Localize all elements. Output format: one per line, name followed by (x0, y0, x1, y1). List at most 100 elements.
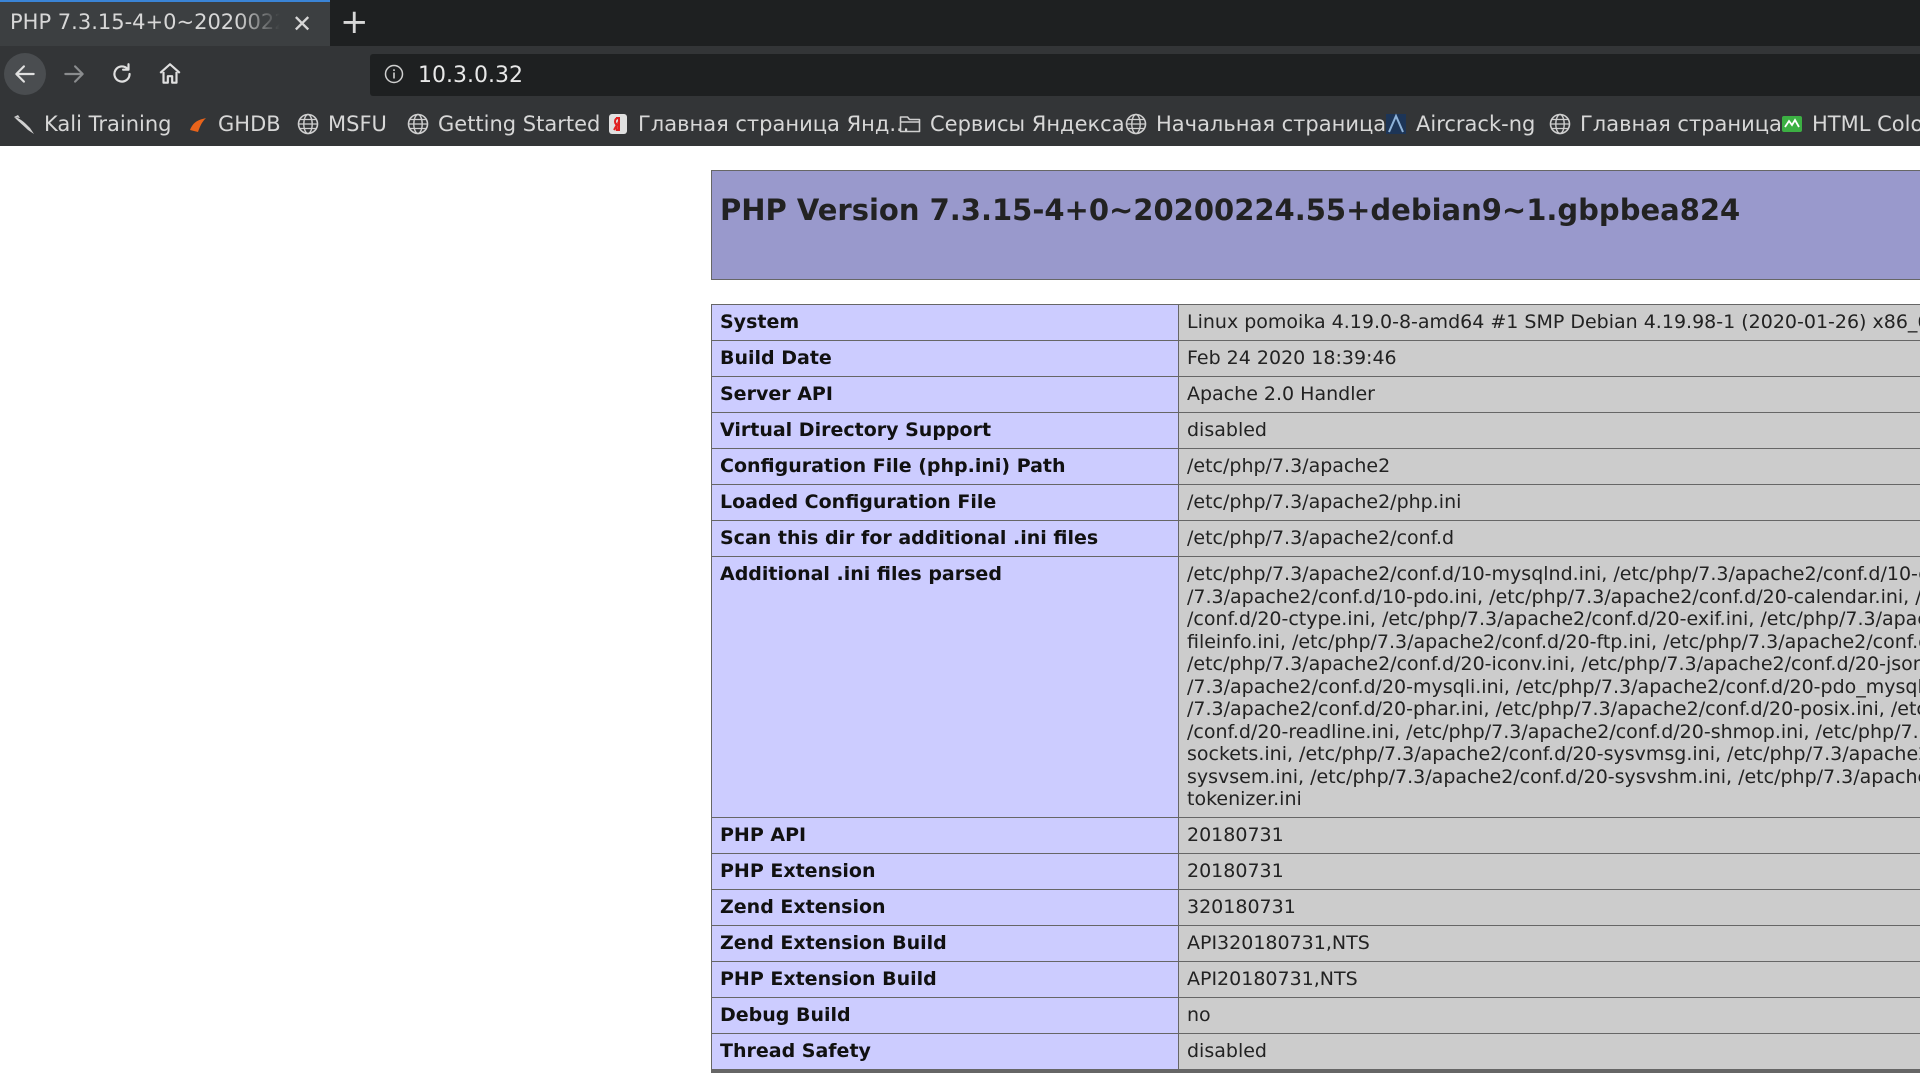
row-label: Additional .ini files parsed (711, 556, 1179, 818)
table-row: Additional .ini files parsed /etc/php/7.… (711, 556, 1920, 818)
table-row: PHP Extension 20180731 (711, 852, 1920, 890)
row-value: API20180731,NTS (1178, 960, 1920, 998)
ini-file-line: /conf.d/20-ctype.ini, /etc/php/7.3/apach… (1187, 608, 1920, 630)
row-label (711, 1070, 1179, 1073)
bookmark-main-page[interactable]: Главная страница (1548, 110, 1782, 138)
new-tab-button[interactable]: + (340, 4, 369, 40)
row-value: Linux pomoika 4.19.0-8-amd64 #1 SMP Debi… (1178, 304, 1920, 341)
address-bar[interactable]: 10.3.0.32 (370, 54, 1920, 96)
forward-button[interactable] (54, 54, 94, 94)
home-icon (159, 63, 181, 84)
bookmark-yandex-main[interactable]: Главная страница Янд... (606, 110, 909, 138)
row-value: Apache 2.0 Handler (1178, 376, 1920, 413)
ini-file-line: /etc/php/7.3/apache2/conf.d/20-iconv.ini… (1187, 653, 1920, 675)
row-label: Server API (711, 376, 1179, 413)
row-label: Thread Safety (711, 1032, 1179, 1070)
globe-icon (1125, 113, 1147, 135)
table-row: Loaded Configuration File /etc/php/7.3/a… (711, 484, 1920, 521)
ini-file-line: /conf.d/20-readline.ini, /etc/php/7.3/ap… (1187, 720, 1920, 743)
url-text[interactable]: 10.3.0.32 (418, 63, 523, 88)
tab-title: PHP 7.3.15-4+0~20200224.55+debian9~1.gbp… (10, 10, 280, 34)
row-value: 320180731 (1178, 888, 1920, 926)
reload-icon (113, 63, 131, 83)
table-row: Zend Extension 320180731 (711, 888, 1920, 926)
row-value: API320180731,NTS (1178, 924, 1920, 962)
html-color-icon (1782, 116, 1802, 132)
row-label: Zend Extension (711, 888, 1179, 926)
close-tab-icon[interactable]: ✕ (292, 10, 312, 38)
row-value: /etc/php/7.3/apache2/conf.d (1178, 520, 1920, 557)
bookmark-label: HTML Colo (1812, 112, 1920, 136)
bookmark-label: Getting Started (438, 112, 601, 136)
bookmark-ghdb[interactable]: GHDB (186, 110, 281, 138)
bookmark-aircrack[interactable]: Aircrack-ng (1384, 110, 1535, 138)
bookmark-label: MSFU (328, 112, 387, 136)
row-label: Zend Extension Build (711, 924, 1179, 962)
bookmark-label: Сервисы Яндекса (930, 112, 1125, 136)
info-icon[interactable] (384, 64, 404, 84)
bookmark-label: Kali Training (44, 112, 172, 136)
row-value: Feb 24 2020 18:39:46 (1178, 340, 1920, 377)
ini-file-line: tokenizer.ini (1187, 788, 1302, 810)
php-version-title: PHP Version 7.3.15-4+0~20200224.55+debia… (720, 193, 1741, 227)
bookmark-label: GHDB (218, 112, 281, 136)
aircrack-icon (1386, 113, 1406, 134)
row-value: disabled (1178, 412, 1920, 449)
reload-button[interactable] (102, 54, 142, 94)
table-row: PHP API 20180731 (711, 816, 1920, 854)
row-value: disabled (1178, 1032, 1920, 1070)
globe-icon (1549, 113, 1571, 135)
bookmark-yandex-services[interactable]: Сервисы Яндекса (898, 110, 1125, 138)
ini-file-line: /7.3/apache2/conf.d/10-pdo.ini, /etc/php… (1187, 585, 1920, 608)
row-value: /etc/php/7.3/apache2/php.ini (1178, 484, 1920, 521)
row-value (1178, 1070, 1920, 1073)
php-version-header: PHP Version 7.3.15-4+0~20200224.55+debia… (711, 170, 1920, 280)
table-row: Build Date Feb 24 2020 18:39:46 (711, 340, 1920, 377)
table-row: Debug Build no (711, 996, 1920, 1034)
row-label: Configuration File (php.ini) Path (711, 448, 1179, 485)
row-value: /etc/php/7.3/apache2 (1178, 448, 1920, 485)
bookmark-kali-training[interactable]: Kali Training (12, 110, 171, 138)
ini-file-line: fileinfo.ini, /etc/php/7.3/apache2/conf.… (1187, 630, 1920, 653)
row-value: no (1178, 996, 1920, 1034)
table-row: System Linux pomoika 4.19.0-8-amd64 #1 S… (711, 304, 1920, 341)
table-row (711, 1070, 1920, 1073)
row-value: 20180731 (1178, 816, 1920, 854)
bookmark-label: Главная страница (1580, 112, 1782, 136)
bookmark-start-page[interactable]: Начальная страница (1124, 110, 1386, 138)
row-label: Loaded Configuration File (711, 484, 1179, 521)
yandex-icon (609, 114, 627, 134)
row-label: Virtual Directory Support (711, 412, 1179, 449)
home-button[interactable] (150, 54, 190, 94)
navigation-toolbar: 10.3.0.32 (0, 46, 1920, 102)
row-label: PHP Extension Build (711, 960, 1179, 998)
row-label: System (711, 304, 1179, 341)
ini-file-line: sockets.ini, /etc/php/7.3/apache2/conf.d… (1187, 743, 1920, 765)
back-button[interactable] (4, 53, 46, 95)
exploit-db-icon (190, 118, 206, 132)
php-info-table: System Linux pomoika 4.19.0-8-amd64 #1 S… (711, 304, 1920, 1073)
row-value: 20180731 (1178, 852, 1920, 890)
ini-file-line: /etc/php/7.3/apache2/conf.d/10-mysqlnd.i… (1187, 563, 1920, 585)
bookmark-msfu[interactable]: MSFU (296, 110, 387, 138)
row-label: PHP Extension (711, 852, 1179, 890)
ini-file-line: /7.3/apache2/conf.d/20-phar.ini, /etc/ph… (1187, 698, 1920, 720)
row-label: Build Date (711, 340, 1179, 377)
bookmark-label: Начальная страница (1156, 112, 1387, 136)
web-page: PHP Version 7.3.15-4+0~20200224.55+debia… (0, 146, 1920, 1080)
active-tab[interactable]: PHP 7.3.15-4+0~20200224.55+debian9~1.gbp… (0, 0, 330, 46)
kali-dragon-icon (14, 115, 34, 134)
bookmark-getting-started[interactable]: Getting Started (406, 110, 600, 138)
row-label: PHP API (711, 816, 1179, 854)
globe-icon (407, 113, 429, 135)
table-row: Scan this dir for additional .ini files … (711, 520, 1920, 557)
row-label: Debug Build (711, 996, 1179, 1034)
ini-file-line: /7.3/apache2/conf.d/20-mysqli.ini, /etc/… (1187, 675, 1920, 698)
table-row: Virtual Directory Support disabled (711, 412, 1920, 449)
tab-strip: PHP 7.3.15-4+0~20200224.55+debian9~1.gbp… (0, 0, 1920, 46)
folder-icon (899, 116, 921, 133)
row-value-multiline: /etc/php/7.3/apache2/conf.d/10-mysqlnd.i… (1178, 556, 1920, 818)
bookmark-html-colors[interactable]: HTML Colo (1780, 110, 1920, 138)
table-row: Thread Safety disabled (711, 1032, 1920, 1070)
table-row: Zend Extension Build API320180731,NTS (711, 924, 1920, 962)
